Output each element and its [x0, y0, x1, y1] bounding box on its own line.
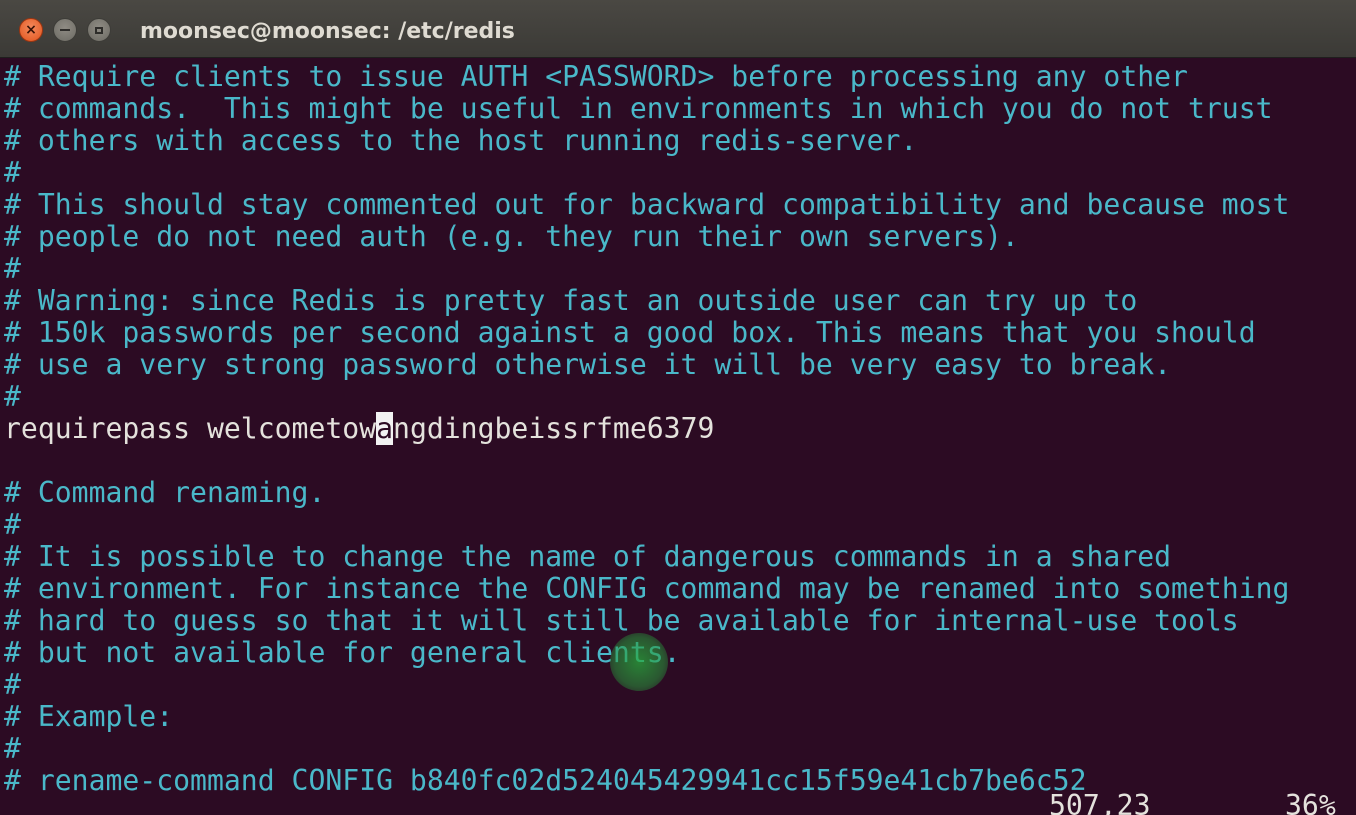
editor-line-21: # Example: [4, 700, 174, 733]
editor-line-2: # commands. This might be useful in envi… [4, 92, 1273, 125]
requirepass-line[interactable]: requirepass welcometowangdingbeissrfme63… [4, 412, 715, 445]
title-bar[interactable]: × moonsec@moonsec: /etc/redis [0, 0, 1356, 58]
status-cursor-position: 507,23 [1049, 789, 1151, 815]
editor-line-23: # rename-command CONFIG b840fc02d5240454… [4, 764, 1087, 797]
editor-line-1: # Require clients to issue AUTH <PASSWOR… [4, 60, 1188, 93]
editor-line-18: # hard to guess so that it will still be… [4, 604, 1239, 637]
editor-line-8: # Warning: since Redis is pretty fast an… [4, 284, 1138, 317]
editor-line-5: # This should stay commented out for bac… [4, 188, 1290, 221]
maximize-icon [95, 26, 103, 34]
text-cursor: a [376, 412, 394, 445]
terminal-content[interactable]: # Require clients to issue AUTH <PASSWOR… [0, 58, 1356, 815]
editor-line-6: # people do not need auth (e.g. they run… [4, 220, 1019, 253]
status-scroll-percent: 36% [1285, 789, 1336, 815]
window-title: moonsec@moonsec: /etc/redis [140, 19, 515, 44]
editor-line-9: # 150k passwords per second against a go… [4, 316, 1256, 349]
editor-line-17: # environment. For instance the CONFIG c… [4, 572, 1290, 605]
editor-line-14: # Command renaming. [4, 476, 326, 509]
editor-line-10: # use a very strong password otherwise i… [4, 348, 1172, 381]
editor-line-7: # [4, 252, 21, 285]
minimize-icon [60, 29, 70, 31]
terminal-window: × moonsec@moonsec: /etc/redis # Require … [0, 0, 1356, 815]
close-icon: × [25, 22, 37, 38]
editor-line-19: # but not available for general clients. [4, 636, 681, 669]
editor-line-16: # It is possible to change the name of d… [4, 540, 1172, 573]
requirepass-text-before: requirepass welcometow [4, 412, 377, 445]
editor-line-3: # others with access to the host running… [4, 124, 918, 157]
requirepass-text-after: ngdingbeissrfme6379 [393, 412, 715, 445]
editor-line-15: # [4, 508, 21, 541]
minimize-button[interactable] [53, 18, 77, 42]
editor-line-22: # [4, 732, 21, 765]
close-button[interactable]: × [19, 18, 43, 42]
maximize-button[interactable] [87, 18, 111, 42]
editor-line-4: # [4, 156, 21, 189]
editor-line-20: # [4, 668, 21, 701]
editor-line-11: # [4, 380, 21, 413]
